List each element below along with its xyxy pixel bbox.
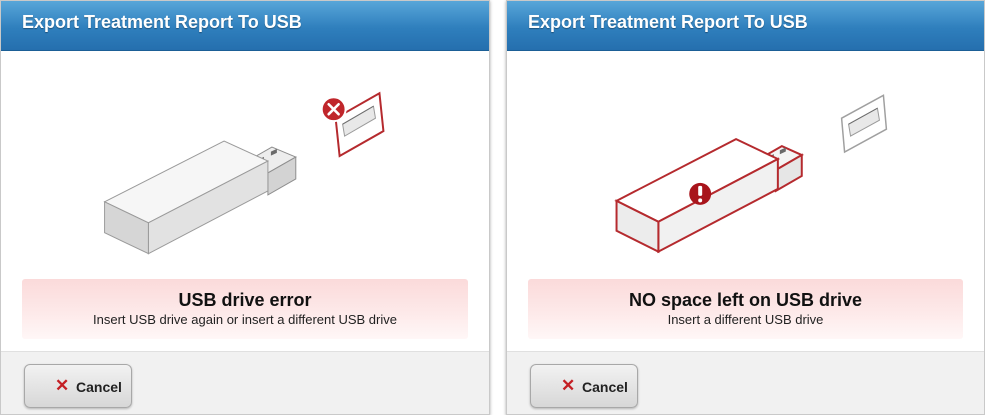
message-detail: Insert a different USB drive	[667, 312, 824, 327]
message-title: NO space left on USB drive	[628, 290, 863, 310]
error-x-icon	[320, 96, 347, 123]
usb-error-dialog: Export Treatment Report To USB USB drive…	[0, 0, 490, 415]
dialog-title: Export Treatment Report To USB	[22, 12, 302, 32]
no-space-dialog: Export Treatment Report To USB NO space …	[506, 0, 985, 415]
error-message-box: USB drive error Insert USB drive again o…	[22, 279, 468, 339]
cancel-button[interactable]: ✕ Cancel	[24, 364, 132, 408]
usb-illustration	[614, 94, 888, 254]
dialog-title-bar: Export Treatment Report To USB	[1, 1, 489, 51]
cancel-label: Cancel	[582, 379, 628, 395]
message-detail: Insert USB drive again or insert a diffe…	[93, 312, 397, 327]
usb-drive-icon	[103, 140, 297, 255]
message-title: USB drive error	[178, 290, 312, 310]
dialog-title-bar: Export Treatment Report To USB	[507, 1, 984, 51]
x-icon: ✕	[561, 376, 576, 395]
exclamation-icon	[689, 182, 712, 205]
cancel-button[interactable]: ✕ Cancel	[530, 364, 638, 408]
error-message-box: NO space left on USB drive Insert a diff…	[528, 279, 963, 339]
dialog-footer: ✕ Cancel	[507, 351, 984, 414]
dialog-footer: ✕ Cancel	[1, 351, 489, 414]
dialog-title: Export Treatment Report To USB	[528, 12, 808, 32]
usb-illustration	[103, 91, 385, 255]
x-icon: ✕	[55, 376, 70, 395]
usb-port-icon	[840, 94, 888, 154]
cancel-label: Cancel	[76, 379, 122, 395]
